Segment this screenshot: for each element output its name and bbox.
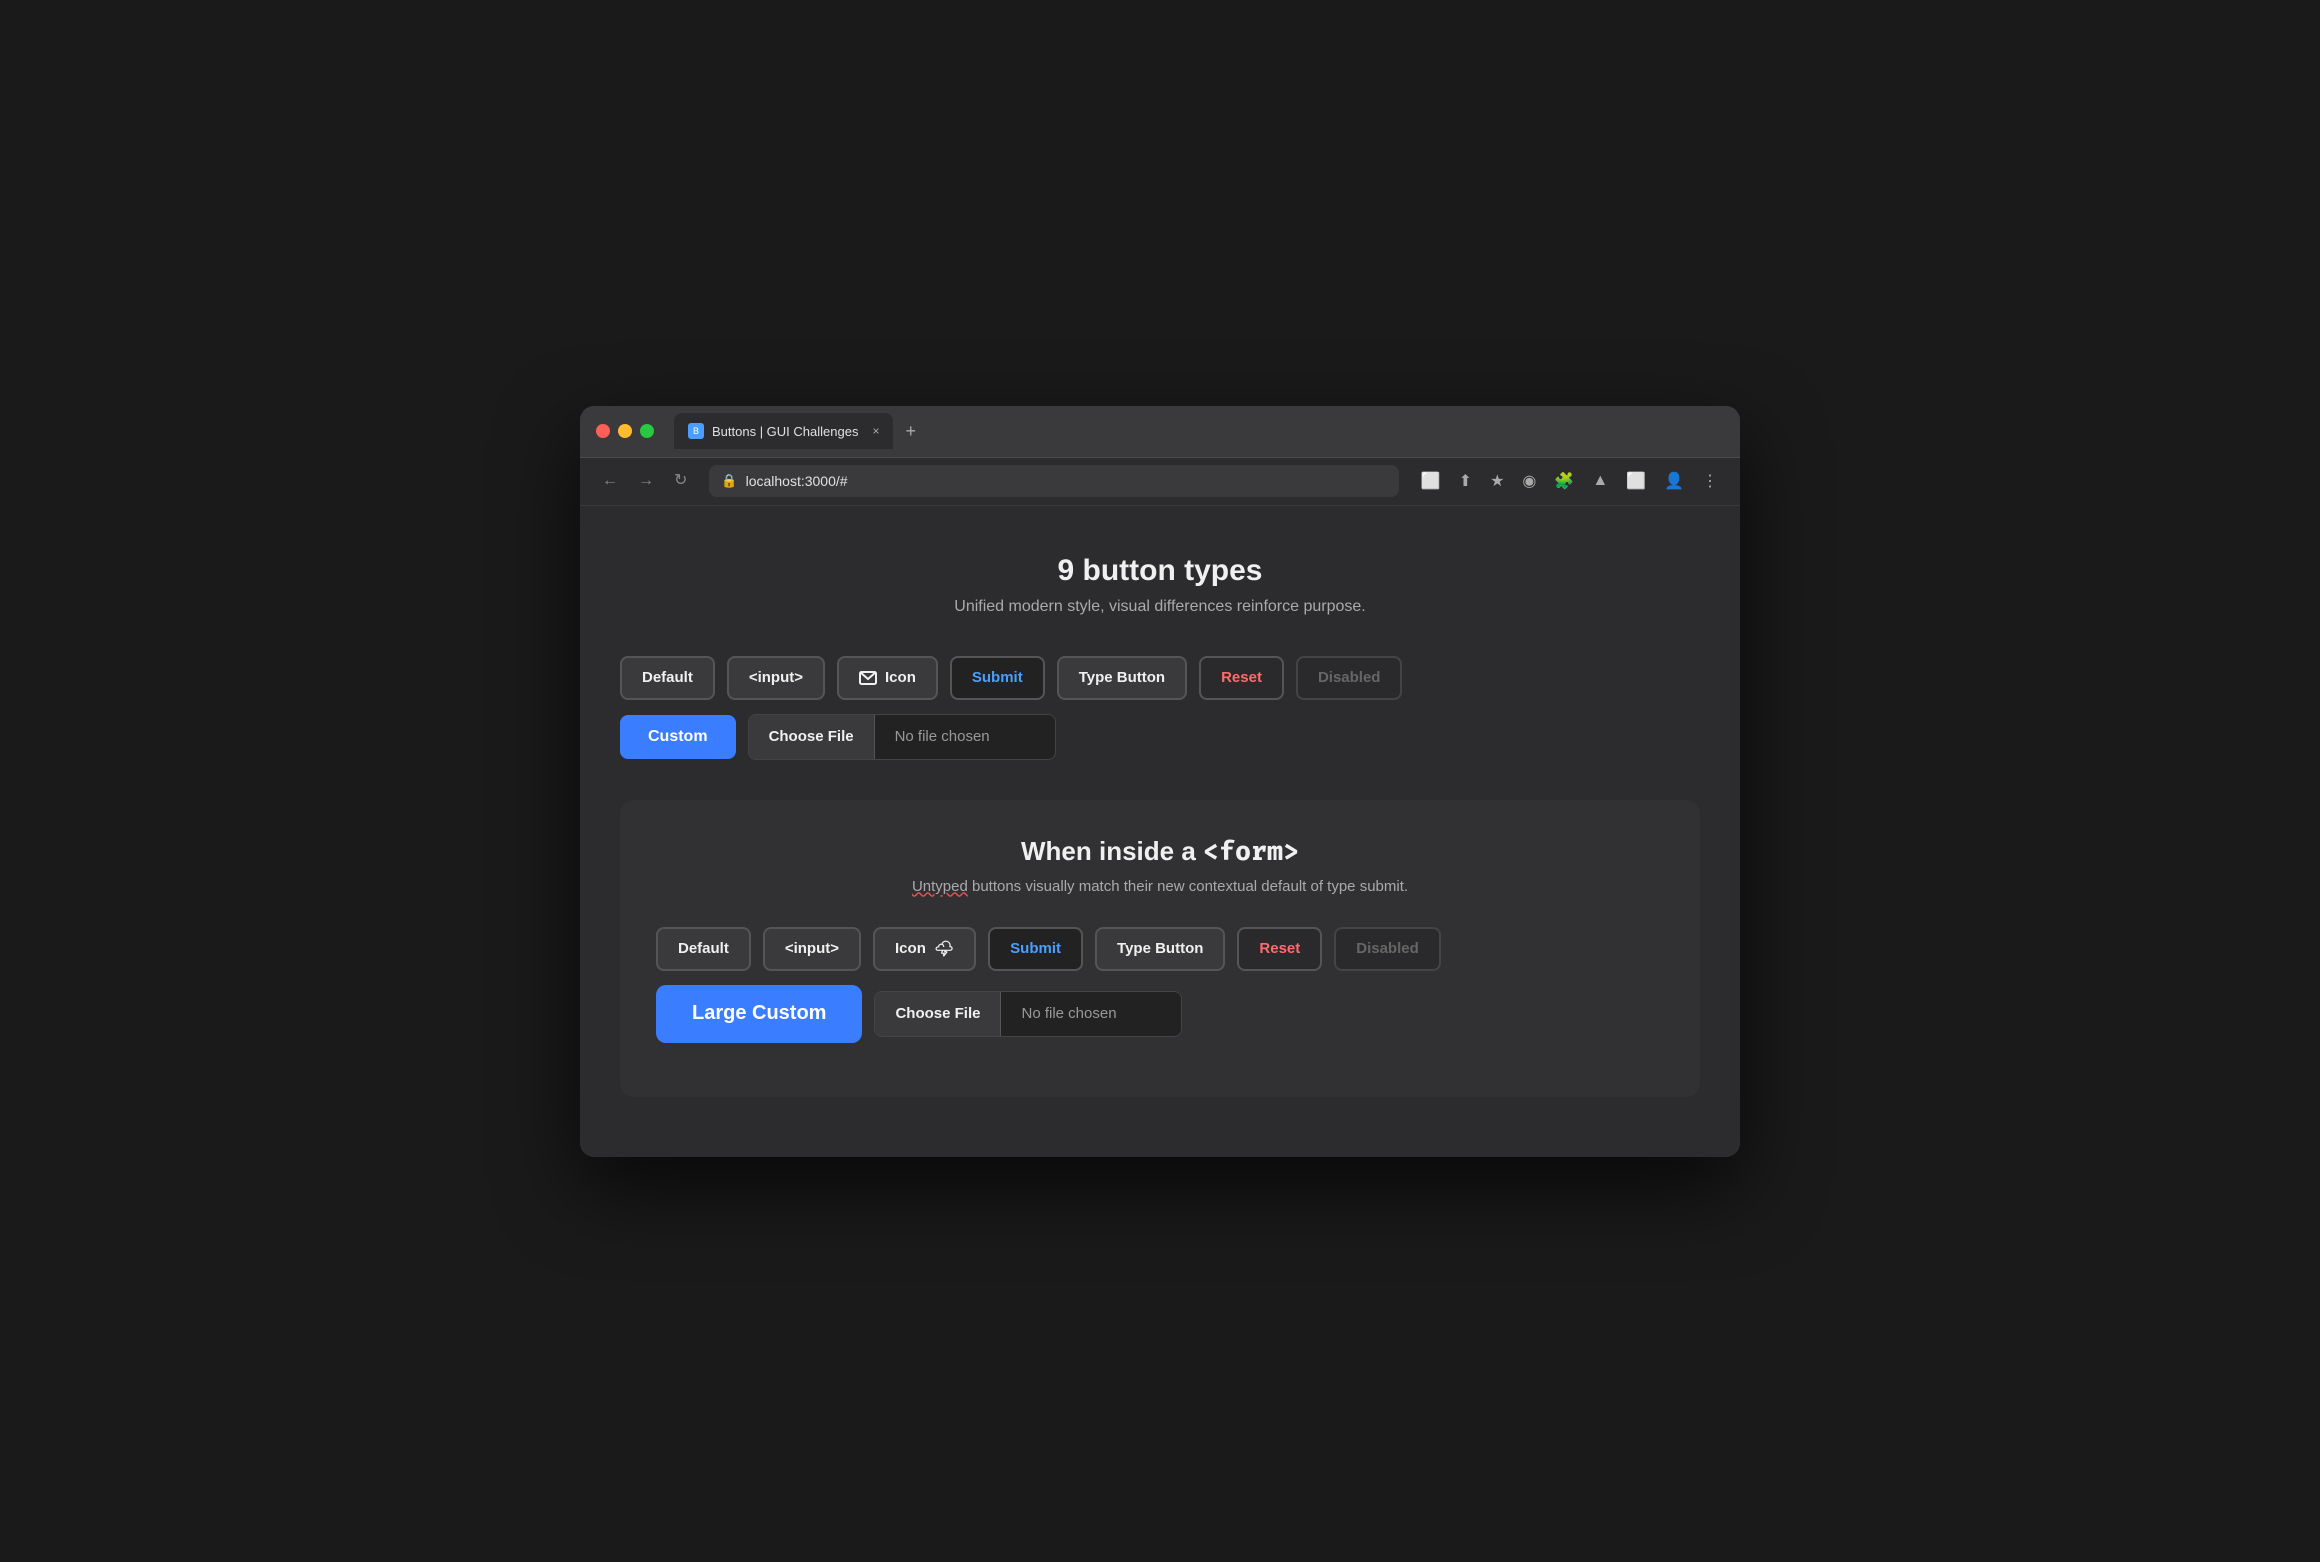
form-section: When inside a <form> Untyped buttons vis… bbox=[620, 800, 1700, 1097]
profile-icon[interactable]: 👤 bbox=[1658, 467, 1690, 495]
form-input-button[interactable]: <input> bbox=[763, 927, 861, 971]
form-reset-button[interactable]: Reset bbox=[1237, 927, 1322, 971]
back-button[interactable]: ← bbox=[596, 469, 624, 493]
form-choose-file-button[interactable]: Choose File bbox=[875, 992, 1001, 1036]
forward-button[interactable]: → bbox=[632, 469, 660, 493]
file-no-chosen-label: No file chosen bbox=[875, 715, 1055, 759]
default-button[interactable]: Default bbox=[620, 656, 715, 700]
minimize-button[interactable] bbox=[618, 424, 632, 438]
sidebar-icon[interactable]: ⬜ bbox=[1620, 467, 1652, 495]
form-icon-button[interactable]: Icon 🌩 bbox=[873, 927, 976, 971]
traffic-lights bbox=[596, 424, 654, 438]
cloud-icon: 🌩 bbox=[934, 939, 954, 959]
form-section-subtitle: Untyped buttons visually match their new… bbox=[656, 878, 1664, 895]
form-button-row: Default <input> Icon 🌩 Submit Type Butto… bbox=[656, 927, 1664, 971]
form-custom-file-row: Large Custom Choose File No file chosen bbox=[656, 985, 1664, 1043]
custom-file-row: Custom Choose File No file chosen bbox=[620, 714, 1700, 760]
browser-actions: ⬜ ⬆ ★ ◉ 🧩 ▲ ⬜ 👤 ⋮ bbox=[1415, 467, 1724, 495]
file-input-wrapper[interactable]: Choose File No file chosen bbox=[748, 714, 1056, 760]
bookmark-icon[interactable]: ★ bbox=[1484, 467, 1510, 495]
extensions-icon[interactable]: 🧩 bbox=[1548, 467, 1580, 495]
browser-navbar: ← → ↻ 🔒 localhost:3000/# ⬜ ⬆ ★ ◉ 🧩 ▲ ⬜ 👤… bbox=[580, 458, 1740, 506]
page-header: 9 button types Unified modern style, vis… bbox=[620, 554, 1700, 616]
disabled-button: Disabled bbox=[1296, 656, 1403, 700]
close-button[interactable] bbox=[596, 424, 610, 438]
untyped-underline: Untyped bbox=[912, 878, 968, 895]
form-file-input-wrapper[interactable]: Choose File No file chosen bbox=[874, 991, 1182, 1037]
input-button[interactable]: <input> bbox=[727, 656, 825, 700]
url-text: localhost:3000/# bbox=[746, 473, 848, 489]
form-section-title: When inside a <form> bbox=[656, 836, 1664, 868]
maximize-button[interactable] bbox=[640, 424, 654, 438]
reset-button[interactable]: Reset bbox=[1199, 656, 1284, 700]
new-tab-button[interactable]: + bbox=[897, 417, 924, 446]
top-button-row: Default <input> Icon Submit Type Button bbox=[620, 656, 1700, 700]
browser-window: B Buttons | GUI Challenges × + ← → ↻ 🔒 l… bbox=[580, 406, 1740, 1157]
envelope-icon bbox=[859, 671, 877, 685]
custom-button[interactable]: Custom bbox=[620, 715, 736, 759]
tab-bar: B Buttons | GUI Challenges × + bbox=[674, 413, 1724, 449]
form-disabled-button: Disabled bbox=[1334, 927, 1441, 971]
tab-close-button[interactable]: × bbox=[872, 424, 879, 438]
form-section-header: When inside a <form> Untyped buttons vis… bbox=[656, 836, 1664, 895]
form-code-tag: <form> bbox=[1203, 836, 1299, 868]
alert-icon[interactable]: ▲ bbox=[1586, 468, 1614, 494]
color-wheel-icon[interactable]: ◉ bbox=[1516, 467, 1542, 495]
lock-icon: 🔒 bbox=[721, 473, 737, 489]
refresh-button[interactable]: ↻ bbox=[668, 469, 693, 493]
form-file-no-chosen-label: No file chosen bbox=[1001, 992, 1181, 1036]
share-icon[interactable]: ⬆ bbox=[1453, 467, 1478, 495]
tab-title: Buttons | GUI Challenges bbox=[712, 424, 858, 439]
top-button-section: Default <input> Icon Submit Type Button bbox=[620, 656, 1700, 760]
form-submit-button[interactable]: Submit bbox=[988, 927, 1083, 971]
type-button-button[interactable]: Type Button bbox=[1057, 656, 1187, 700]
icon-button[interactable]: Icon bbox=[837, 656, 938, 700]
external-link-icon[interactable]: ⬜ bbox=[1415, 467, 1447, 495]
form-default-button[interactable]: Default bbox=[656, 927, 751, 971]
address-bar[interactable]: 🔒 localhost:3000/# bbox=[709, 465, 1398, 497]
menu-icon[interactable]: ⋮ bbox=[1696, 467, 1724, 495]
browser-titlebar: B Buttons | GUI Challenges × + bbox=[580, 406, 1740, 458]
submit-button[interactable]: Submit bbox=[950, 656, 1045, 700]
page-subtitle: Unified modern style, visual differences… bbox=[620, 598, 1700, 616]
page-title: 9 button types bbox=[620, 554, 1700, 588]
active-tab[interactable]: B Buttons | GUI Challenges × bbox=[674, 413, 893, 449]
page-content: 9 button types Unified modern style, vis… bbox=[580, 506, 1740, 1157]
large-custom-button[interactable]: Large Custom bbox=[656, 985, 862, 1043]
tab-favicon: B bbox=[688, 423, 704, 439]
form-type-button-button[interactable]: Type Button bbox=[1095, 927, 1225, 971]
choose-file-button[interactable]: Choose File bbox=[749, 715, 875, 759]
